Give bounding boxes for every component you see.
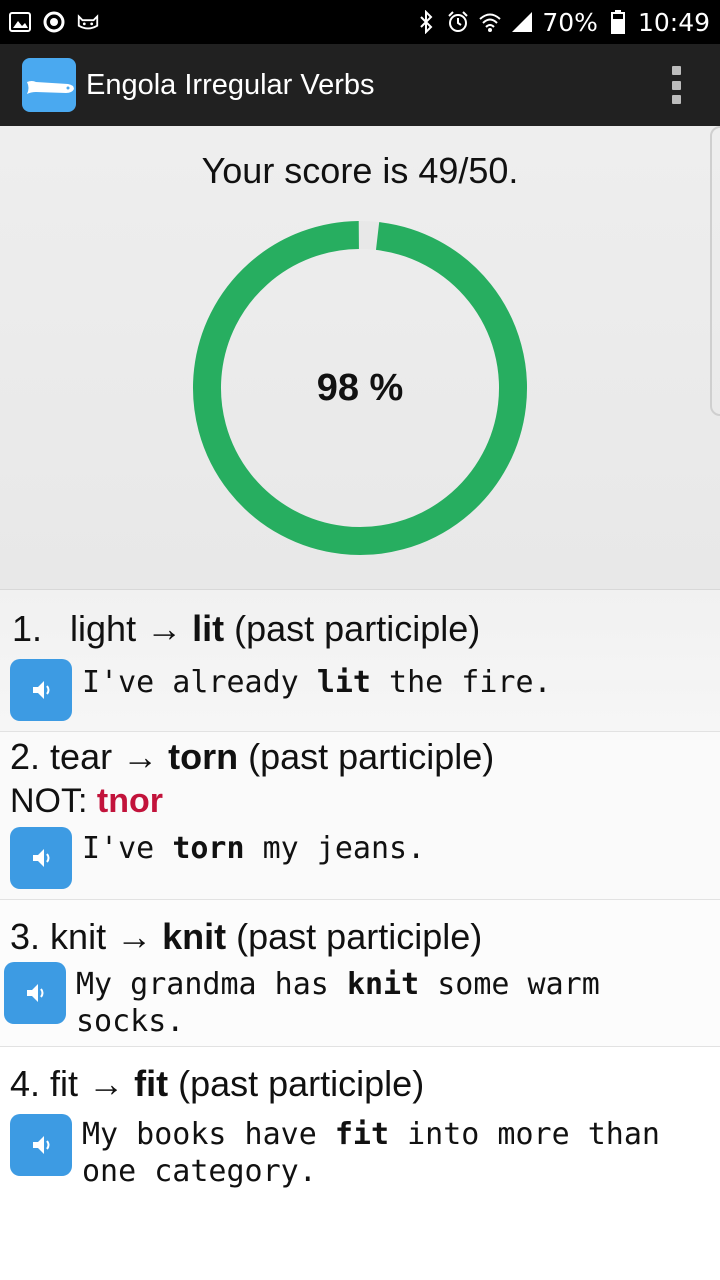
speaker-icon xyxy=(33,849,50,867)
arrow-icon: → xyxy=(116,916,153,957)
list-item: 2. tear → torn (past participle) NOT: tn… xyxy=(0,732,720,900)
score-text: Your score is 49/50. xyxy=(201,150,519,191)
circle-icon xyxy=(42,10,66,34)
item-heading: 1. light → lit (past participle) xyxy=(12,608,480,650)
item-kind: (past participle) xyxy=(236,916,483,957)
example-text: my jeans. xyxy=(244,831,426,866)
score-percent-label: 98 % xyxy=(316,366,404,409)
item-number: 2. xyxy=(10,736,41,777)
item-form: knit xyxy=(162,916,227,957)
item-number: 1. xyxy=(12,608,43,649)
arrow-icon: → xyxy=(146,608,183,649)
status-bar: 70% 10:49 xyxy=(0,0,720,44)
speaker-icon xyxy=(33,1136,50,1154)
arrow-icon: → xyxy=(122,736,159,777)
example-sentence: I've already lit the fire. xyxy=(82,664,552,701)
example-text: the fire. xyxy=(371,665,552,700)
example-text: My grandma has xyxy=(76,967,347,1002)
signal-icon xyxy=(510,10,534,34)
example-bold-verb: knit xyxy=(346,967,420,1002)
score-ring: 98 % xyxy=(192,220,528,556)
speak-button[interactable] xyxy=(4,962,66,1024)
item-base-verb: knit xyxy=(50,916,107,957)
alarm-icon xyxy=(446,10,470,34)
wrong-answer-line: NOT: tnor xyxy=(10,782,163,821)
speak-button[interactable] xyxy=(10,659,72,721)
example-bold-verb: torn xyxy=(172,831,245,866)
item-form: torn xyxy=(168,736,239,777)
cat-icon xyxy=(76,10,100,34)
speaker-icon xyxy=(27,984,44,1002)
status-right: 70% 10:49 xyxy=(414,8,710,37)
fish-logo-icon xyxy=(22,58,76,112)
item-heading: 4. fit → fit (past participle) xyxy=(10,1063,424,1105)
item-heading: 3. knit → knit (past participle) xyxy=(10,916,482,958)
speak-button[interactable] xyxy=(10,827,72,889)
overflow-menu-icon[interactable] xyxy=(670,66,682,104)
item-heading: 2. tear → torn (past participle) xyxy=(10,736,494,778)
example-sentence: I've torn my jeans. xyxy=(82,830,425,867)
app-bar: Engola Irregular Verbs xyxy=(0,44,720,126)
item-base-verb: fit xyxy=(50,1063,79,1104)
example-text: socks. xyxy=(76,1004,185,1039)
item-number: 3. xyxy=(10,916,41,957)
list-item: 4. fit → fit (past participle) My books … xyxy=(0,1047,720,1280)
app-title: Engola Irregular Verbs xyxy=(86,68,375,101)
clock: 10:49 xyxy=(637,7,710,37)
score-section: Your score is 49/50. 98 % xyxy=(0,126,720,590)
example-sentence: My grandma has knit some warm socks. xyxy=(76,966,600,1040)
item-form: lit xyxy=(192,608,225,649)
speak-button[interactable] xyxy=(10,1114,72,1176)
item-number: 4. xyxy=(10,1063,41,1104)
example-bold-verb: fit xyxy=(334,1117,390,1152)
battery-percent: 70% xyxy=(542,7,598,37)
list-item: 3. knit → knit (past participle) My gran… xyxy=(0,900,720,1047)
item-kind: (past participle) xyxy=(248,736,495,777)
side-drawer-handle[interactable] xyxy=(710,126,720,416)
list-item: 1. light → lit (past participle) I've alr… xyxy=(0,590,720,732)
item-kind: (past participle) xyxy=(178,1063,425,1104)
battery-icon xyxy=(606,10,630,34)
example-text: into more than xyxy=(389,1117,660,1152)
not-label: NOT: xyxy=(10,782,97,820)
arrow-icon: → xyxy=(88,1063,125,1104)
wifi-icon xyxy=(478,10,502,34)
image-icon xyxy=(8,10,32,34)
item-form: fit xyxy=(134,1063,169,1104)
example-text: some warm xyxy=(419,967,600,1002)
example-text: I've already xyxy=(82,665,317,700)
item-base-verb: light xyxy=(70,608,137,649)
status-left xyxy=(8,10,100,34)
example-text: My books have xyxy=(82,1117,335,1152)
bluetooth-icon xyxy=(414,10,438,34)
item-base-verb: tear xyxy=(50,736,113,777)
item-kind: (past participle) xyxy=(234,608,481,649)
example-sentence: My books have fit into more than one cat… xyxy=(82,1116,660,1190)
speaker-icon xyxy=(33,681,50,699)
example-bold-verb: lit xyxy=(316,665,371,700)
wrong-answer: tnor xyxy=(96,782,163,820)
example-text: one category. xyxy=(82,1154,317,1189)
example-text: I've xyxy=(82,831,173,866)
